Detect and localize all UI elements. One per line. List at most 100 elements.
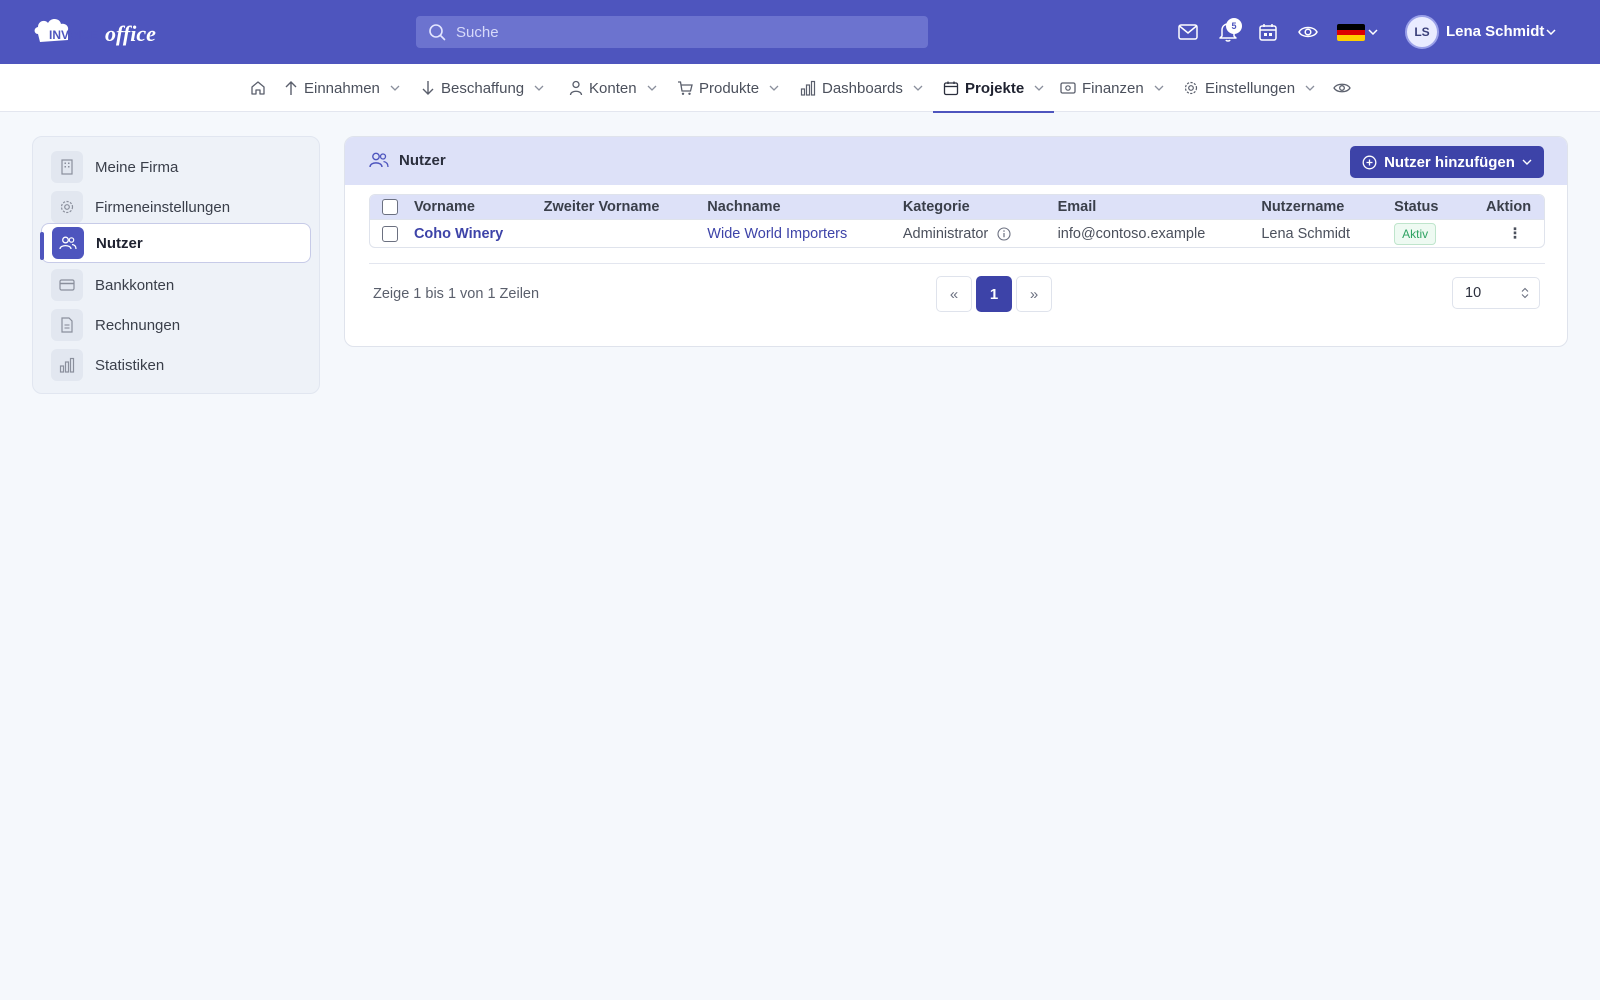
notification-count-badge: 5 <box>1226 18 1242 34</box>
rows-per-page-select[interactable]: 10 <box>1452 277 1540 309</box>
row-actions-menu-icon[interactable]: ⋮ <box>1486 226 1544 242</box>
sidebar-item-rechnungen[interactable]: Rechnungen <box>41 305 311 345</box>
user-avatar[interactable]: LS <box>1405 15 1439 49</box>
gear-icon <box>51 191 83 223</box>
rows-per-page-value: 10 <box>1465 285 1482 301</box>
document-icon <box>51 309 83 341</box>
nav-item-produkte[interactable]: Produkte <box>677 64 779 112</box>
calendar-icon <box>943 81 959 96</box>
row-select-cell <box>370 219 414 247</box>
chevron-down-icon <box>534 85 544 91</box>
add-user-label: Nutzer hinzufügen <box>1384 153 1515 171</box>
active-item-marker <box>40 232 44 260</box>
column-header-kategorie[interactable]: Kategorie <box>902 195 1058 219</box>
user-menu-chevron-down-icon[interactable] <box>1544 22 1558 42</box>
cell-nutzername: Lena Schmidt <box>1261 219 1395 247</box>
search-icon <box>429 24 446 41</box>
nav-item-einstellungen[interactable]: Einstellungen <box>1183 64 1315 112</box>
table-header-row: Vorname Zweiter Vorname Nachname Kategor… <box>370 195 1544 219</box>
nav-item-dashboards[interactable]: Dashboards <box>800 64 923 112</box>
nav-item-einnahmen[interactable]: Einnahmen <box>284 64 400 112</box>
nav-label: Einnahmen <box>304 79 380 97</box>
column-header-nutzername[interactable]: Nutzername <box>1261 195 1395 219</box>
svg-text:INVOICE: INVOICE <box>49 28 98 42</box>
cell-zweiter-vorname <box>543 219 708 247</box>
svg-text:office: office <box>105 21 156 46</box>
nav-label: Einstellungen <box>1205 79 1296 97</box>
arrow-up-icon <box>285 81 297 95</box>
search-input[interactable] <box>456 23 928 41</box>
user-name[interactable]: Lena Schmidt <box>1446 23 1544 40</box>
eye-icon[interactable] <box>1297 22 1319 42</box>
users-icon <box>369 151 389 172</box>
table-row: Coho Winery Wide World Importers Adminis… <box>370 219 1544 247</box>
search-bar[interactable] <box>416 16 928 48</box>
column-header-nachname[interactable]: Nachname <box>707 195 903 219</box>
nav-item-konten[interactable]: Konten <box>569 64 657 112</box>
eye-icon[interactable] <box>1333 64 1351 112</box>
divider <box>369 263 1545 264</box>
sidebar-item-label: Bankkonten <box>95 276 175 294</box>
pagination-summary: Zeige 1 bis 1 von 1 Zeilen <box>373 286 540 302</box>
nav-item-beschaffung[interactable]: Beschaffung <box>421 64 544 112</box>
building-icon <box>51 151 83 183</box>
nav-label: Projekte <box>965 79 1025 97</box>
sidebar-item-label: Rechnungen <box>95 316 181 334</box>
bar-chart-icon <box>51 349 83 381</box>
sidebar-item-meine-firma[interactable]: Meine Firma <box>41 147 311 187</box>
add-user-button[interactable]: Nutzer hinzufügen <box>1350 146 1544 178</box>
german-flag-icon[interactable] <box>1337 24 1365 41</box>
select-all-checkbox[interactable] <box>382 199 398 216</box>
nachname-text: Wide World Importers <box>707 225 848 242</box>
nav-item-finanzen[interactable]: Finanzen <box>1060 64 1164 112</box>
invoice-office-logo[interactable]: INVOICE office <box>32 14 177 50</box>
nav-label: Finanzen <box>1082 79 1144 97</box>
chevron-down-icon <box>1154 85 1164 91</box>
pagination-page-button[interactable]: 1 <box>976 276 1012 312</box>
column-header-zweiter-vorname[interactable]: Zweiter Vorname <box>543 195 708 219</box>
cell-status: Aktiv <box>1394 219 1486 247</box>
status-badge: Aktiv <box>1394 222 1437 245</box>
sidebar-item-nutzer[interactable]: Nutzer <box>41 223 311 263</box>
cell-aktion: ⋮ <box>1485 219 1544 247</box>
chevron-down-icon <box>647 85 657 91</box>
column-header-status[interactable]: Status <box>1394 195 1486 219</box>
plus-circle-icon <box>1362 155 1377 169</box>
pagination-next-button[interactable]: » <box>1016 276 1052 312</box>
sidebar-item-bankkonten[interactable]: Bankkonten <box>41 265 311 305</box>
nav-item-projekte[interactable]: Projekte <box>932 64 1055 113</box>
cell-vorname: Coho Winery <box>413 219 544 247</box>
settings-sidebar: Meine Firma Firmeneinstellungen Nutzer B… <box>32 136 320 394</box>
sidebar-item-label: Statistiken <box>95 356 165 374</box>
sidebar-item-firmeneinstellungen[interactable]: Firmeneinstellungen <box>41 187 311 227</box>
nav-label: Beschaffung <box>441 79 525 97</box>
sidebar-item-label: Meine Firma <box>95 158 179 176</box>
gear-icon <box>1184 81 1198 95</box>
person-icon <box>569 80 583 96</box>
home-icon[interactable] <box>250 64 266 112</box>
cell-nachname: Wide World Importers <box>707 219 903 247</box>
column-header-aktion: Aktion <box>1485 195 1544 219</box>
info-icon[interactable] <box>997 227 1011 241</box>
cell-email: info@contoso.example <box>1057 219 1262 247</box>
chevron-down-icon <box>913 85 923 91</box>
sidebar-item-statistiken[interactable]: Statistiken <box>41 345 311 385</box>
top-bar: INVOICE office 5 LS Lena Schmidt <box>0 0 1600 64</box>
main-navigation: Einnahmen Beschaffung Konten Produkte Da… <box>0 64 1600 113</box>
nav-label: Dashboards <box>822 79 903 97</box>
mail-icon[interactable] <box>1177 22 1199 42</box>
panel-title: Nutzer <box>399 152 446 169</box>
credit-card-icon <box>51 269 83 301</box>
nav-label: Konten <box>589 79 637 97</box>
row-checkbox[interactable] <box>382 225 398 242</box>
sidebar-item-label: Nutzer <box>96 234 143 252</box>
column-header-vorname[interactable]: Vorname <box>413 195 544 219</box>
column-header-email[interactable]: Email <box>1057 195 1262 219</box>
calendar-icon[interactable] <box>1257 22 1279 42</box>
users-table: Vorname Zweiter Vorname Nachname Kategor… <box>369 194 1545 248</box>
chevron-down-icon <box>390 85 400 91</box>
language-chevron-down-icon[interactable] <box>1366 22 1380 42</box>
sort-arrows-icon <box>1521 287 1529 299</box>
user-link[interactable]: Coho Winery <box>414 226 503 242</box>
pagination-prev-button[interactable]: « <box>936 276 972 312</box>
